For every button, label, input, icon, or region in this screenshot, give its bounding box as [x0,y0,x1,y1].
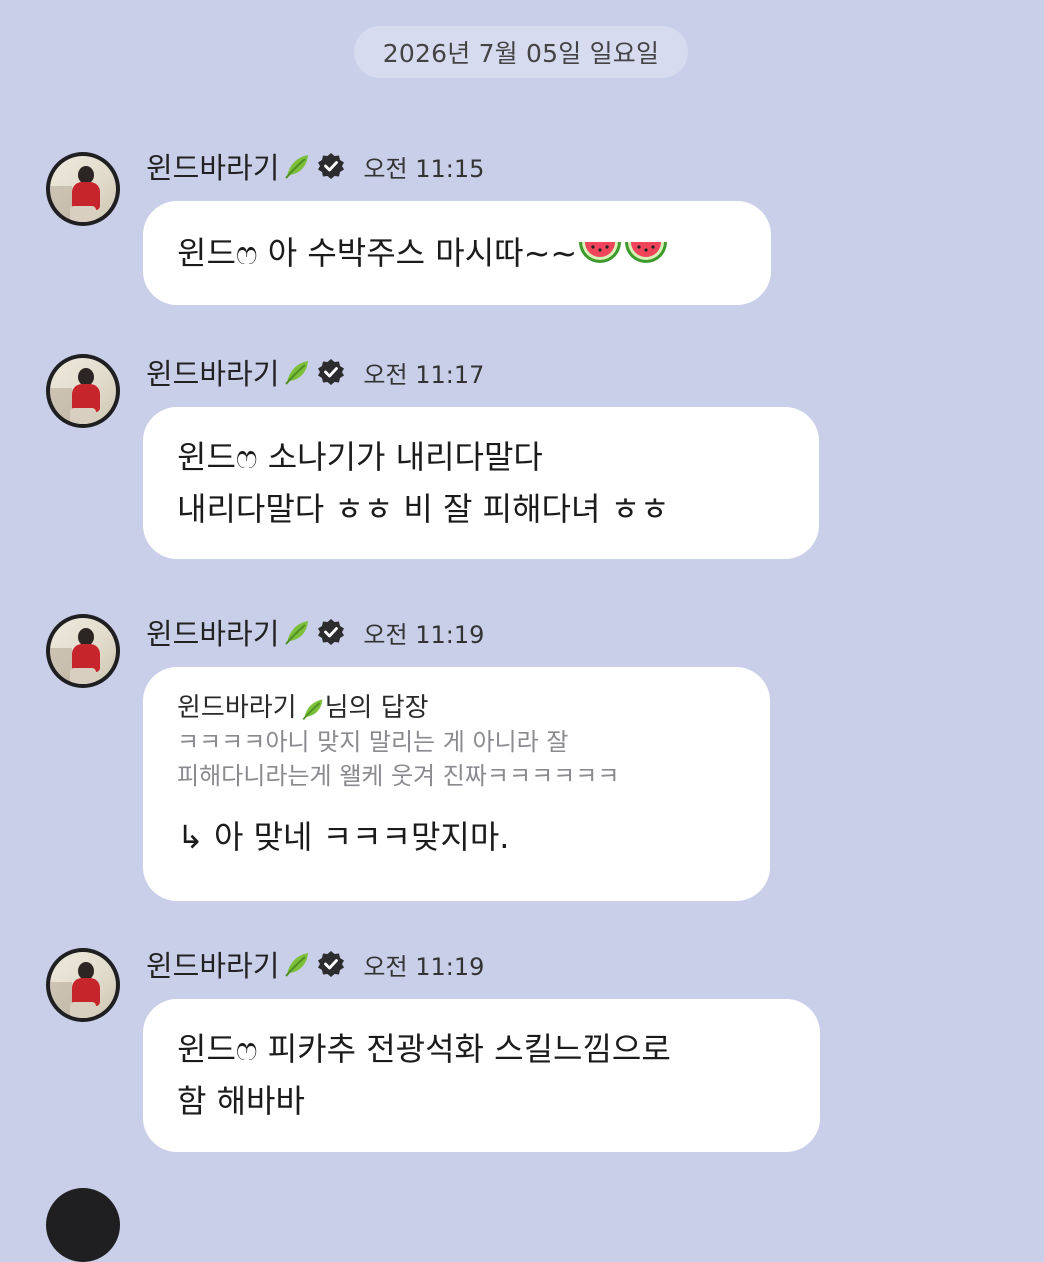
reply-target-name: 윈드바라기 [177,693,297,723]
reply-bubble[interactable]: 윈드바라기 님의 답장 ㅋㅋㅋㅋ아니 맞지 말리는 게 아니라 잘 피해다니라는… [143,667,770,901]
sender-name[interactable]: 윈드바라기 [146,145,279,187]
sender-name[interactable]: 윈드바라기 [146,351,279,393]
leaf-icon [285,361,309,385]
message-header: 윈드바라기 오전 11:15 [146,146,484,186]
message-bubble[interactable]: 윈드ෆ 아 수박주스 마시따~~ [143,201,771,305]
avatar[interactable] [46,354,120,428]
message-header: 윈드바라기 오전 11:19 [146,944,484,984]
message-time: 오전 11:15 [363,154,485,183]
leaf-icon [285,155,309,179]
date-separator: 2026년 7월 05일 일요일 [354,26,688,78]
verified-badge-icon [318,359,345,385]
verified-badge-icon [318,619,345,645]
leaf-icon [285,621,309,645]
message-line: 윈드ෆ 아 수박주스 마시따~~ [177,234,578,272]
watermelon-icon [579,242,622,263]
avatar[interactable] [46,152,120,226]
avatar[interactable] [46,614,120,688]
message-time: 오전 11:19 [363,620,485,649]
avatar[interactable] [46,948,120,1022]
verified-badge-icon [318,951,345,977]
verified-badge-icon [318,153,345,179]
message-text: 윈드ෆ 아 수박주스 마시따~~ [177,234,669,272]
leaf-icon [285,953,309,977]
reply-quote-line: 피해다니라는게 왤케 웃겨 진짜ㅋㅋㅋㅋㅋㅋ [177,762,620,790]
sender-name[interactable]: 윈드바라기 [146,943,279,985]
message-line: 내리다말다 ㅎㅎ 비 잘 피해다녀 ㅎㅎ [177,490,670,528]
message-bubble[interactable]: 윈드ෆ 피카추 전광석화 스킬느낌으로 함 해바바 [143,999,820,1152]
reply-text: ↳ 아 맞네 ㅋㅋㅋ맞지마. [177,818,510,856]
message-header: 윈드바라기 오전 11:19 [146,612,484,652]
date-label: 2026년 7월 05일 일요일 [382,39,660,68]
message-time: 오전 11:17 [363,360,485,389]
sender-name[interactable]: 윈드바라기 [146,611,279,653]
reply-header: 윈드바라기 님의 답장 [177,691,740,725]
avatar[interactable] [46,1188,120,1262]
reply-header-suffix: 님의 답장 [324,693,429,723]
message-line: 윈드ෆ 소나기가 내리다말다 [177,438,543,476]
leaf-icon [302,698,323,720]
message-line: 함 해바바 [177,1082,305,1120]
message-bubble[interactable]: 윈드ෆ 소나기가 내리다말다 내리다말다 ㅎㅎ 비 잘 피해다녀 ㅎㅎ [143,407,819,559]
message-header: 윈드바라기 오전 11:17 [146,352,484,392]
watermelon-icon [625,242,668,263]
reply-quote-line: ㅋㅋㅋㅋ아니 맞지 말리는 게 아니라 잘 [177,728,569,756]
message-time: 오전 11:19 [363,952,485,981]
message-line: 윈드ෆ 피카추 전광석화 스킬느낌으로 [177,1030,671,1068]
